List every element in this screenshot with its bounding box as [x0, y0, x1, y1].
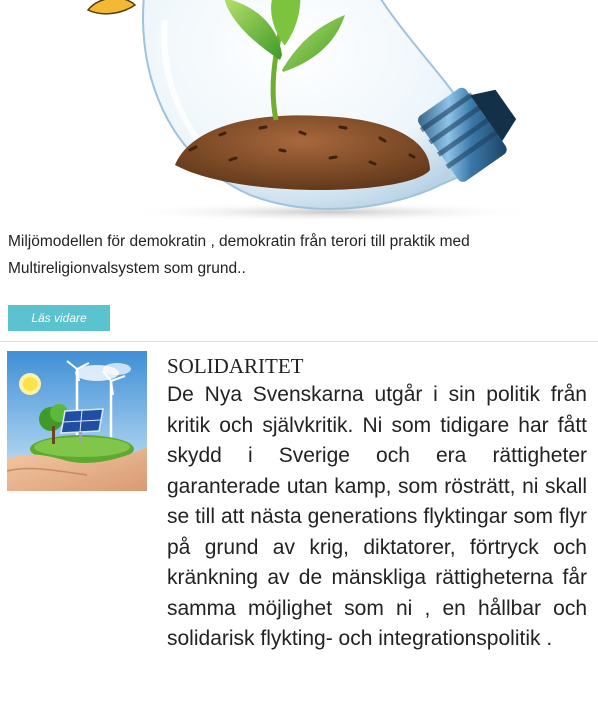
page: Miljömodellen för demokratin , demokrati… — [0, 0, 598, 721]
divider — [0, 341, 598, 342]
article-body: De Nya Svenskarna utgår i sin politik fr… — [167, 383, 587, 650]
read-more-button[interactable]: Läs vidare — [8, 305, 110, 331]
article-title[interactable]: SOLIDARITET — [167, 352, 587, 380]
renewable-energy-hand-icon — [7, 351, 147, 491]
lightbulb-plant-icon — [86, 0, 540, 222]
article-thumbnail[interactable] — [7, 351, 147, 491]
article: SOLIDARITET De Nya Svenskarna utgår i si… — [167, 352, 587, 655]
featured-image[interactable] — [0, 0, 598, 222]
featured-caption: Miljömodellen för demokratin , demokrati… — [8, 233, 470, 277]
